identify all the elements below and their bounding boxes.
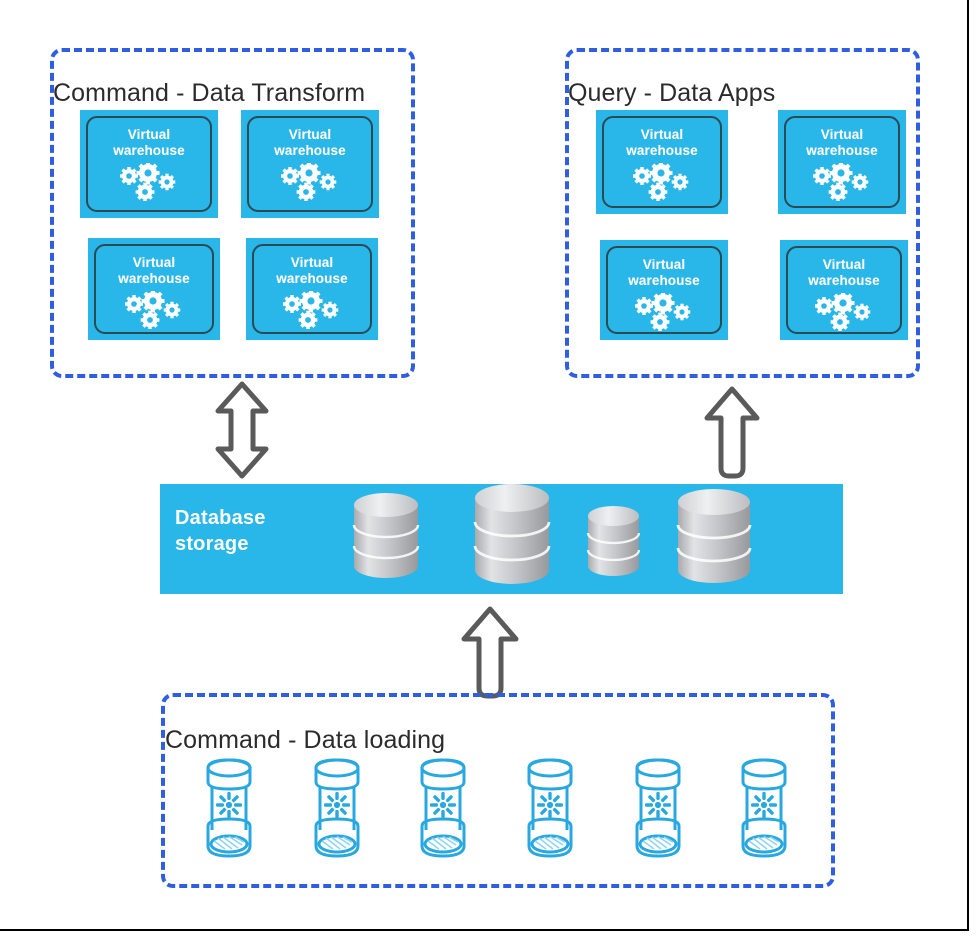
- virtual-warehouse-body: Virtual warehouse: [784, 116, 900, 208]
- virtual-warehouse-body: Virtual warehouse: [252, 244, 372, 334]
- virtual-warehouse-label-line2: warehouse: [276, 270, 348, 286]
- database-cylinder-icon: [473, 482, 551, 586]
- snowflake-pipe-icon[interactable]: [519, 756, 581, 860]
- frame-right-rule: [967, 0, 969, 931]
- virtual-warehouse-label: Virtual warehouse: [808, 257, 879, 289]
- virtual-warehouse-label-line2: warehouse: [118, 270, 190, 286]
- virtual-warehouse-tile[interactable]: Virtual warehouse: [778, 110, 906, 214]
- virtual-warehouse-label-line2: warehouse: [808, 272, 880, 288]
- virtual-warehouse-label-line1: Virtual: [290, 255, 334, 270]
- virtual-warehouse-label: Virtual warehouse: [113, 127, 184, 159]
- virtual-warehouse-label: Virtual warehouse: [628, 257, 699, 289]
- database-storage-label-line2: storage: [175, 533, 249, 555]
- group-title-query-data-apps: Query - Data Apps: [568, 79, 776, 107]
- database-cylinder-icon: [586, 505, 641, 577]
- virtual-warehouse-label: Virtual warehouse: [276, 255, 347, 287]
- virtual-warehouse-label: Virtual warehouse: [806, 127, 877, 159]
- snowflake-pipe-icon[interactable]: [198, 756, 260, 860]
- virtual-warehouse-tile[interactable]: Virtual warehouse: [80, 110, 218, 218]
- arrow-up-icon: [702, 385, 762, 480]
- virtual-warehouse-label-line1: Virtual: [642, 257, 686, 272]
- virtual-warehouse-label-line2: warehouse: [628, 272, 700, 288]
- diagram-canvas: Command - Data Transform Virtual warehou…: [0, 0, 977, 941]
- arrow-up-icon: [458, 605, 522, 700]
- virtual-warehouse-body: Virtual warehouse: [247, 116, 373, 212]
- virtual-warehouse-tile[interactable]: Virtual warehouse: [246, 238, 378, 340]
- virtual-warehouse-body: Virtual warehouse: [786, 246, 902, 334]
- group-title-command-data-transform: Command - Data Transform: [53, 79, 366, 107]
- database-cylinder-icon: [676, 487, 752, 585]
- snowflake-pipe-icon[interactable]: [306, 756, 368, 860]
- virtual-warehouse-label-line1: Virtual: [820, 127, 864, 142]
- virtual-warehouse-label-line1: Virtual: [822, 257, 866, 272]
- virtual-warehouse-label-line2: warehouse: [806, 142, 878, 158]
- virtual-warehouse-label: Virtual warehouse: [118, 255, 189, 287]
- group-title-command-data-loading: Command - Data loading: [165, 726, 446, 754]
- gears-icon: [813, 161, 871, 206]
- gears-icon: [283, 289, 341, 334]
- virtual-warehouse-label-line1: Virtual: [132, 255, 176, 270]
- double-arrow-up-down-icon: [212, 380, 272, 480]
- virtual-warehouse-tile[interactable]: Virtual warehouse: [780, 240, 908, 340]
- virtual-warehouse-label-line1: Virtual: [288, 127, 332, 142]
- gears-icon: [635, 291, 693, 336]
- gears-icon: [633, 161, 691, 206]
- snowflake-pipe-icon[interactable]: [412, 756, 474, 860]
- virtual-warehouse-tile[interactable]: Virtual warehouse: [596, 110, 728, 214]
- virtual-warehouse-body: Virtual warehouse: [602, 116, 722, 208]
- virtual-warehouse-label-line1: Virtual: [127, 127, 171, 142]
- gears-icon: [281, 161, 339, 206]
- snowflake-pipe-icon[interactable]: [733, 756, 795, 860]
- frame-bottom-rule: [0, 929, 969, 931]
- database-cylinder-icon: [352, 491, 420, 580]
- virtual-warehouse-label-line2: warehouse: [113, 142, 185, 158]
- virtual-warehouse-tile[interactable]: Virtual warehouse: [88, 238, 220, 340]
- virtual-warehouse-label-line2: warehouse: [274, 142, 346, 158]
- virtual-warehouse-label-line1: Virtual: [640, 127, 684, 142]
- virtual-warehouse-label: Virtual warehouse: [274, 127, 345, 159]
- virtual-warehouse-body: Virtual warehouse: [606, 246, 722, 334]
- database-storage-label-line1: Database: [175, 507, 266, 529]
- virtual-warehouse-label-line2: warehouse: [626, 142, 698, 158]
- virtual-warehouse-body: Virtual warehouse: [94, 244, 214, 334]
- virtual-warehouse-body: Virtual warehouse: [86, 116, 212, 212]
- virtual-warehouse-tile[interactable]: Virtual warehouse: [241, 110, 379, 218]
- gears-icon: [815, 291, 873, 336]
- gears-icon: [120, 161, 178, 206]
- virtual-warehouse-tile[interactable]: Virtual warehouse: [600, 240, 728, 340]
- virtual-warehouse-label: Virtual warehouse: [626, 127, 697, 159]
- database-storage-label: Database storage: [175, 505, 266, 557]
- gears-icon: [125, 289, 183, 334]
- snowflake-pipe-icon[interactable]: [627, 756, 689, 860]
